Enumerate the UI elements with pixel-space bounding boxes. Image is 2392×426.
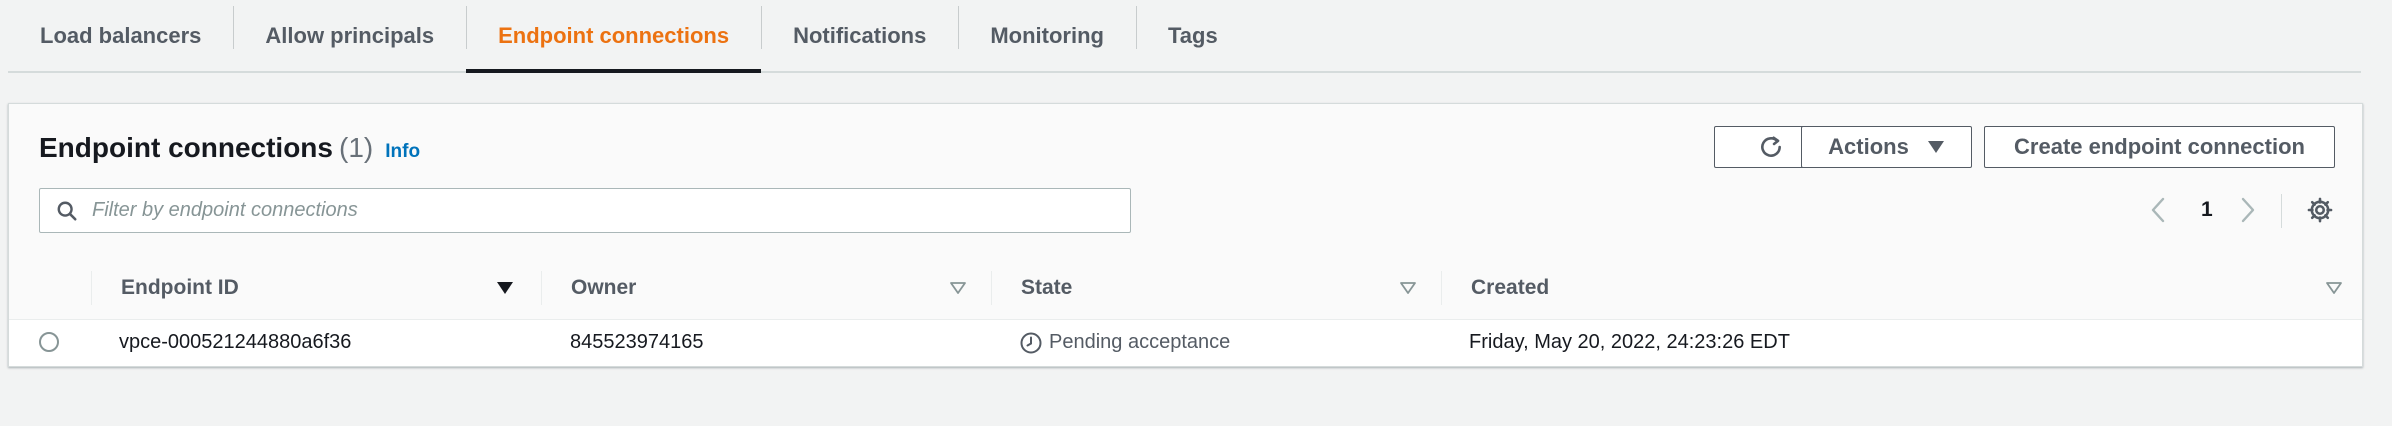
row-select-radio[interactable] (39, 332, 59, 352)
column-divider (91, 271, 92, 305)
previous-page-button[interactable] (2149, 190, 2167, 230)
pager-divider (2281, 194, 2282, 228)
search-icon (57, 201, 77, 221)
tab-notifications[interactable]: Notifications (761, 0, 958, 71)
chevron-left-icon (2151, 197, 2165, 223)
tab-load-balancers[interactable]: Load balancers (8, 0, 233, 71)
column-divider (1441, 271, 1442, 305)
column-header-endpoint-id[interactable]: Endpoint ID (121, 257, 239, 319)
state-label: Pending acceptance (1049, 331, 1231, 353)
actions-dropdown[interactable]: Actions (1801, 126, 1972, 168)
sort-descending-icon[interactable] (496, 281, 514, 295)
info-link[interactable]: Info (385, 141, 420, 162)
endpoint-connections-panel: Endpoint connections (1) Info Actions Crea… (8, 103, 2363, 367)
table-row[interactable]: vpce-000521244880a6f36 845523974165 Pend… (9, 320, 2362, 365)
filter-search[interactable] (39, 188, 1131, 233)
sort-icon[interactable] (949, 281, 967, 295)
column-divider (541, 271, 542, 305)
next-page-button[interactable] (2239, 190, 2257, 230)
tab-monitoring[interactable]: Monitoring (958, 0, 1136, 71)
sort-icon[interactable] (1399, 281, 1417, 295)
table-header: Endpoint ID Owner State Created (9, 257, 2362, 320)
clock-icon (1020, 332, 1042, 353)
tab-allow-principals[interactable]: Allow principals (233, 0, 466, 71)
tab-bar: Load balancers Allow principals Endpoint… (8, 0, 2361, 73)
current-page-number[interactable]: 1 (2201, 190, 2213, 230)
page-title: Endpoint connections (1) Info (39, 132, 420, 164)
gear-icon (2307, 197, 2333, 223)
column-divider (991, 271, 992, 305)
preferences-button[interactable] (2306, 196, 2334, 229)
sort-icon[interactable] (2325, 281, 2343, 295)
tab-endpoint-connections[interactable]: Endpoint connections (466, 0, 762, 73)
refresh-icon (1760, 136, 1781, 157)
actions-label: Actions (1828, 134, 1909, 159)
cell-created: Friday, May 20, 2022, 24:23:26 EDT (1469, 331, 1790, 353)
tab-tags[interactable]: Tags (1135, 0, 1250, 71)
column-header-owner[interactable]: Owner (571, 257, 636, 319)
column-header-state[interactable]: State (1021, 257, 1072, 319)
create-endpoint-connection-button[interactable]: Create endpoint connection (1984, 126, 2335, 168)
column-header-created[interactable]: Created (1471, 257, 1549, 319)
search-input[interactable] (90, 198, 1094, 223)
panel-title-text: Endpoint connections (39, 132, 333, 163)
cell-endpoint-id: vpce-000521244880a6f36 (119, 331, 352, 353)
cell-owner: 845523974165 (570, 331, 704, 353)
item-count: (1) (339, 132, 374, 163)
cell-state: Pending acceptance (1019, 320, 1230, 365)
caret-down-icon (1927, 141, 1944, 153)
panel-header: Endpoint connections (1) Info Actions Crea… (9, 104, 2362, 258)
chevron-right-icon (2241, 197, 2255, 223)
